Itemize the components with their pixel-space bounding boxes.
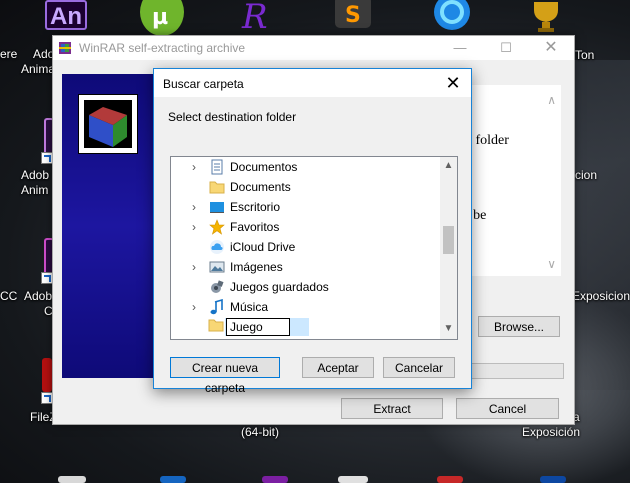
bottom-icon-5[interactable]	[437, 476, 463, 483]
winrar-logo	[78, 94, 138, 154]
bottom-icon-2[interactable]	[160, 476, 186, 483]
chevron-right-icon[interactable]: ›	[192, 160, 196, 174]
desktop-bottom-label[interactable]: (64-bit)	[241, 425, 279, 439]
dialog-cancel-button[interactable]: Cancelar	[383, 357, 455, 378]
folder-rename-value: Juego	[230, 320, 263, 334]
tree-item[interactable]: › Favoritos	[171, 217, 441, 237]
chevron-down-icon[interactable]: ▼	[440, 323, 457, 334]
close-icon[interactable]: ✕	[441, 72, 465, 94]
saved-games-icon	[211, 280, 224, 293]
tree-item-label: Documents	[230, 180, 291, 194]
adobe-animate-icon-text: An	[50, 3, 82, 30]
documents-icon	[211, 159, 223, 175]
tree-item-label: Juegos guardados	[230, 280, 329, 294]
tree-item[interactable]: › Documentos	[171, 157, 441, 177]
sublime-icon[interactable]: S	[335, 0, 371, 30]
utorrent-icon-graphic: µ	[140, 0, 184, 36]
desktop-icon-label[interactable]: Adob	[21, 168, 49, 182]
tree-item[interactable]: › Escritorio	[171, 197, 441, 217]
adobe-animate-icon[interactable]: An	[45, 0, 87, 30]
bottom-icon-6[interactable]	[540, 476, 566, 483]
minimize-icon[interactable]: —	[437, 36, 483, 60]
tree-item-label: Documentos	[230, 160, 298, 174]
tree-item-label: iCloud Drive	[230, 240, 296, 254]
tree-item[interactable]: Juegos guardados	[171, 277, 441, 297]
chevron-right-icon[interactable]: ›	[192, 260, 196, 274]
pictures-icon	[209, 261, 225, 273]
desktop-right-label-1[interactable]: Ton	[575, 48, 594, 62]
chevron-right-icon[interactable]: ›	[192, 300, 196, 314]
utorrent-icon[interactable]: µ	[140, 0, 184, 36]
chevron-down-icon[interactable]: ∨	[547, 257, 556, 271]
desktop-bottom-right-label-2[interactable]: Exposición	[522, 425, 580, 439]
cloud-icon	[210, 240, 224, 254]
svg-text:S: S	[345, 3, 361, 28]
tree-item-label: Escritorio	[230, 200, 281, 214]
winrar-progress-bar	[467, 363, 564, 379]
trophy-icon[interactable]	[528, 0, 564, 34]
bottom-icon-3[interactable]	[262, 476, 288, 483]
trophy-icon-graphic	[534, 2, 558, 32]
desktop-left-label-2: CC	[0, 289, 18, 303]
svg-text:µ: µ	[152, 5, 168, 30]
tree-item[interactable]: iCloud Drive	[171, 237, 441, 257]
star-icon	[209, 219, 225, 235]
desktop-icon	[210, 202, 224, 213]
folder-icon	[209, 181, 225, 194]
desktop-left-label-1: ere	[0, 47, 18, 61]
chevron-right-icon[interactable]: ›	[192, 220, 196, 234]
folder-tree[interactable]: › Documentos Documents › Escritorio › Fa…	[170, 156, 458, 340]
dialog-title: Buscar carpeta	[163, 77, 244, 91]
bottom-icon-1[interactable]	[58, 476, 86, 483]
new-folder-button[interactable]: Crear nueva carpeta	[170, 357, 280, 395]
chevron-right-icon[interactable]: ›	[192, 200, 196, 214]
tree-item[interactable]: › Música	[171, 297, 441, 317]
tree-item-label: Favoritos	[230, 220, 280, 234]
sublime-icon-graphic: S	[335, 0, 371, 28]
winrar-books-icon	[84, 100, 132, 148]
chevron-up-icon[interactable]: ∧	[547, 93, 556, 107]
browse-folder-dialog: Buscar carpeta ✕ Select destination fold…	[153, 68, 472, 395]
maximize-icon[interactable]: ☐	[483, 36, 529, 60]
music-icon	[210, 299, 223, 315]
dialog-titlebar[interactable]: Buscar carpeta ✕	[154, 69, 471, 97]
app-r-icon-graphic: R	[241, 0, 268, 37]
winrar-titlebar[interactable]: WinRAR self-extracting archive — ☐ ✕	[53, 36, 574, 60]
desktop-right-label-2[interactable]: cion	[575, 168, 597, 182]
winrar-info-text: on folder d ill be ∧ ∨	[458, 85, 561, 276]
desktop-icon-label[interactable]: Adob	[24, 289, 52, 303]
browser-icon[interactable]	[432, 0, 472, 34]
winrar-app-icon	[59, 42, 71, 54]
folder-icon	[208, 319, 224, 332]
accept-button[interactable]: Aceptar	[302, 357, 374, 378]
app-r-icon[interactable]: R	[238, 0, 278, 37]
cancel-button[interactable]: Cancel	[456, 398, 559, 419]
tree-item-label: Imágenes	[230, 260, 283, 274]
desktop-right-label-3[interactable]: Exposicion	[572, 289, 630, 303]
filezilla-icon[interactable]	[42, 358, 52, 392]
svg-text:R: R	[241, 0, 268, 36]
tree-item-label: Música	[230, 300, 269, 314]
dialog-instruction: Select destination folder	[168, 110, 297, 124]
tree-item[interactable]: › Imágenes	[171, 257, 441, 277]
tree-scrollbar[interactable]: ▲ ▼	[440, 157, 457, 339]
winrar-title: WinRAR self-extracting archive	[79, 41, 246, 55]
chevron-up-icon[interactable]: ▲	[440, 160, 457, 171]
tree-item[interactable]: Documents	[171, 177, 441, 197]
extract-button[interactable]: Extract	[341, 398, 443, 419]
browser-icon-graphic	[434, 0, 470, 30]
desktop-icon-label[interactable]: Anim	[21, 183, 48, 197]
bottom-icon-4[interactable]	[338, 476, 368, 483]
scrollbar-thumb[interactable]	[443, 226, 454, 254]
desktop-icon-label[interactable]: Anima	[21, 62, 55, 76]
browse-button[interactable]: Browse...	[478, 316, 560, 337]
close-icon[interactable]: ✕	[528, 36, 574, 60]
folder-rename-input[interactable]: Juego	[226, 318, 290, 336]
